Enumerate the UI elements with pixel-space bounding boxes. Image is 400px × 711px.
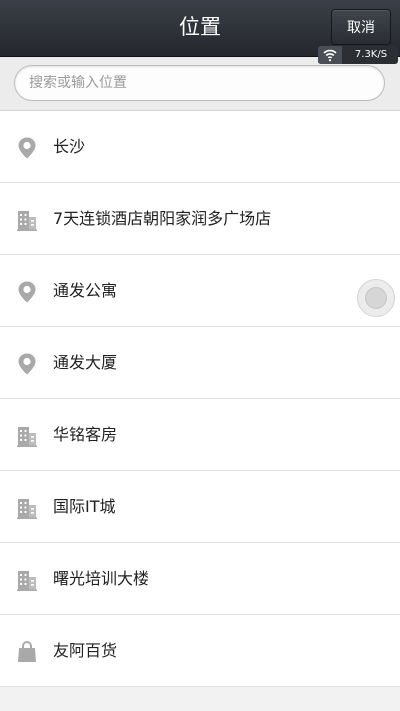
location-item[interactable]: 通发大厦 — [0, 327, 400, 399]
location-name: 友阿百货 — [53, 641, 118, 660]
location-name: 国际IT城 — [53, 497, 116, 516]
location-item[interactable]: 国际IT城 — [0, 471, 400, 543]
location-name: 7天连锁酒店朝阳家润多广场店 — [53, 209, 272, 228]
location-item[interactable]: 友阿百货 — [0, 615, 400, 687]
cancel-button[interactable]: 取消 — [331, 9, 391, 45]
location-name: 华铭客房 — [53, 425, 118, 444]
location-item[interactable]: 长沙 — [0, 111, 400, 183]
shopping-bag-icon — [16, 640, 38, 664]
location-pin-icon — [16, 136, 38, 160]
location-item[interactable]: 通发公寓 — [0, 255, 400, 327]
location-name: 长沙 — [53, 137, 86, 156]
building-icon — [16, 568, 38, 592]
search-bar — [0, 57, 400, 111]
location-name: 通发大厦 — [53, 353, 118, 372]
location-pin-icon — [16, 280, 38, 304]
building-icon — [16, 424, 38, 448]
search-input[interactable] — [14, 65, 385, 101]
location-item[interactable]: 7天连锁酒店朝阳家润多广场店 — [0, 183, 400, 255]
location-pin-icon — [16, 352, 38, 376]
floating-ball-core — [365, 287, 387, 309]
location-name: 曙光培训大楼 — [53, 569, 150, 588]
location-item[interactable]: 曙光培训大楼 — [0, 543, 400, 615]
net-speed-text: 7.3K/S — [354, 49, 388, 60]
location-name: 通发公寓 — [53, 281, 118, 300]
location-item[interactable]: 华铭客房 — [0, 399, 400, 471]
network-speed-indicator: 7.3K/S — [318, 46, 398, 64]
building-icon — [16, 208, 38, 232]
building-icon — [16, 496, 38, 520]
location-list: 长沙 7天连锁酒店朝阳家润多广场店 通发公寓 通发大厦 华铭客房 国际IT城 曙… — [0, 111, 400, 687]
wifi-icon — [318, 46, 342, 64]
floating-assistive-ball[interactable] — [357, 279, 395, 317]
